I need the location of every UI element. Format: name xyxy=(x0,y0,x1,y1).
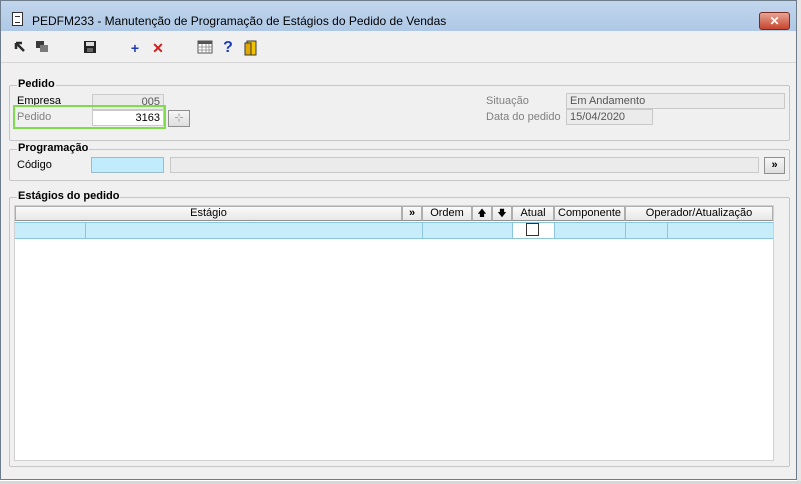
close-button[interactable]: ✕ xyxy=(759,12,790,30)
window-title: PEDFM233 - Manutenção de Programação de … xyxy=(32,14,447,28)
exit-door-icon[interactable] xyxy=(242,40,260,56)
move-up-button[interactable]: 🡅 xyxy=(472,206,492,221)
title-bar[interactable]: PEDFM233 - Manutenção de Programação de … xyxy=(1,1,796,31)
table-row[interactable] xyxy=(15,222,773,239)
estagio-desc-cell[interactable] xyxy=(85,223,422,238)
data-pedido-label: Data do pedido xyxy=(486,111,561,123)
calendar-grid-icon[interactable] xyxy=(196,40,214,56)
col-header-operador[interactable]: Operador/Atualização xyxy=(625,206,773,221)
codigo-lookup-button[interactable]: » xyxy=(764,157,785,174)
componente-desc-cell[interactable] xyxy=(625,223,667,238)
document-icon xyxy=(12,12,23,26)
pedido-label: Pedido xyxy=(17,111,52,123)
estagios-group-title: Estágios do pedido xyxy=(17,190,121,202)
col-header-estagio[interactable]: Estágio xyxy=(15,206,402,221)
add-icon[interactable]: + xyxy=(126,40,144,56)
estagio-code-cell[interactable] xyxy=(15,223,85,238)
main-window: PEDFM233 - Manutenção de Programação de … xyxy=(0,0,797,480)
delete-icon[interactable]: ✕ xyxy=(149,40,167,56)
col-header-more-button[interactable]: » xyxy=(402,206,422,221)
col-header-ordem[interactable]: Ordem xyxy=(422,206,472,221)
operador-cell[interactable] xyxy=(667,223,773,238)
estagios-grid: Estágio » Ordem 🡅 🡇 Atual Componente Ope… xyxy=(14,205,774,461)
ordem-cell[interactable] xyxy=(422,223,512,238)
data-pedido-field[interactable]: 15/04/2020 xyxy=(566,109,653,125)
programacao-group-title: Programação xyxy=(17,142,90,154)
move-down-button[interactable]: 🡇 xyxy=(492,206,512,221)
help-icon[interactable]: ? xyxy=(219,40,237,56)
col-header-atual[interactable]: Atual xyxy=(512,206,554,221)
descricao-field[interactable] xyxy=(170,157,759,173)
atual-checkbox[interactable] xyxy=(526,223,539,236)
pedido-group-title: Pedido xyxy=(17,78,56,90)
copy-icon[interactable] xyxy=(33,40,51,56)
situacao-label: Situação xyxy=(486,95,529,107)
atual-cell xyxy=(512,223,554,238)
componente-code-cell[interactable] xyxy=(554,223,625,238)
codigo-field[interactable] xyxy=(91,157,164,173)
toolbar: + ✕ ? xyxy=(1,31,796,63)
back-arrow-icon[interactable] xyxy=(11,40,29,56)
pedido-lookup-button[interactable]: ⊹ xyxy=(168,110,190,127)
form-area: Pedido Empresa 005 Pedido 3163 ⊹ Situaçã… xyxy=(9,75,790,471)
codigo-label: Código xyxy=(17,159,52,171)
col-header-componente[interactable]: Componente xyxy=(554,206,625,221)
situacao-field[interactable]: Em Andamento xyxy=(566,93,785,109)
right-edge-strip xyxy=(797,0,801,484)
pedido-field[interactable]: 3163 xyxy=(92,110,164,126)
save-icon[interactable] xyxy=(81,40,99,56)
